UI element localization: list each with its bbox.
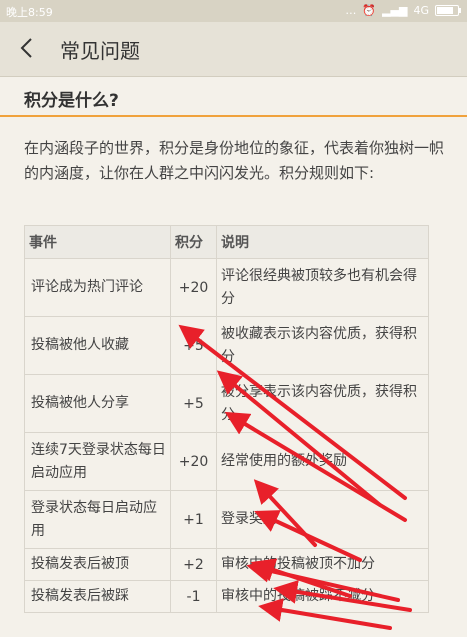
row-points: -1 [170, 580, 217, 613]
alarm-icon: ⏰ [362, 4, 377, 17]
row-event: 评论成为热门评论 [24, 258, 171, 317]
network-label: 4G [413, 4, 429, 17]
row-desc: 审核中的投稿被踩不减分 [216, 580, 429, 613]
row-desc: 经常使用的额外奖励 [216, 432, 429, 491]
signal-icon: ▂▄▆ [382, 4, 408, 17]
table-row: 投稿被他人收藏 +5 被收藏表示该内容优质，获得积分 [24, 316, 429, 375]
row-event: 登录状态每日启动应用 [24, 490, 171, 549]
more-icon: … [345, 4, 357, 17]
table-row: 投稿发表后被顶 +2 审核中的投稿被顶不加分 [24, 548, 429, 581]
table-row: 投稿发表后被踩 -1 审核中的投稿被踩不减分 [24, 580, 429, 613]
row-points: +20 [170, 432, 217, 491]
nav-bar: 常见问题 [0, 22, 467, 77]
header-desc: 说明 [216, 225, 429, 259]
rules-table: 事件 积分 说明 评论成为热门评论 +20 评论很经典被顶较多也有机会得分 投稿… [24, 225, 429, 613]
row-points: +1 [170, 490, 217, 549]
row-desc: 审核中的投稿被顶不加分 [216, 548, 429, 581]
table-row: 登录状态每日启动应用 +1 登录奖励 [24, 490, 429, 549]
section-title: 积分是什么? [24, 91, 119, 111]
section-heading: 积分是什么? [0, 77, 467, 117]
row-event: 投稿发表后被顶 [24, 548, 171, 581]
page-title: 常见问题 [60, 39, 140, 63]
table-row: 连续7天登录状态每日启动应用 +20 经常使用的额外奖励 [24, 432, 429, 491]
row-event: 投稿被他人收藏 [24, 316, 171, 375]
row-points: +20 [170, 258, 217, 317]
status-bar: 晚上8:59 … ⏰ ▂▄▆ 4G [0, 0, 467, 22]
row-event: 投稿被他人分享 [24, 374, 171, 433]
header-points: 积分 [170, 225, 217, 259]
header-event: 事件 [24, 225, 171, 259]
row-points: +2 [170, 548, 217, 581]
chevron-left-icon[interactable] [16, 36, 40, 60]
status-icons: … ⏰ ▂▄▆ 4G [345, 4, 461, 17]
row-desc: 被收藏表示该内容优质，获得积分 [216, 316, 429, 375]
row-points: +5 [170, 374, 217, 433]
row-event: 连续7天登录状态每日启动应用 [24, 432, 171, 491]
row-desc: 登录奖励 [216, 490, 429, 549]
battery-fill [437, 7, 453, 14]
table-row: 投稿被他人分享 +5 被分享表示该内容优质，获得积分 [24, 374, 429, 433]
intro-text: 在内涵段子的世界，积分是身份地位的象征，代表着你独树一帜的内涵度，让你在人群之中… [24, 139, 445, 182]
row-desc: 被分享表示该内容优质，获得积分 [216, 374, 429, 433]
row-points: +5 [170, 316, 217, 375]
row-desc: 评论很经典被顶较多也有机会得分 [216, 258, 429, 317]
table-header-row: 事件 积分 说明 [24, 225, 429, 259]
status-time: 晚上8:59 [6, 6, 53, 19]
table-row: 评论成为热门评论 +20 评论很经典被顶较多也有机会得分 [24, 258, 429, 317]
row-event: 投稿发表后被踩 [24, 580, 171, 613]
battery-icon [435, 5, 461, 16]
